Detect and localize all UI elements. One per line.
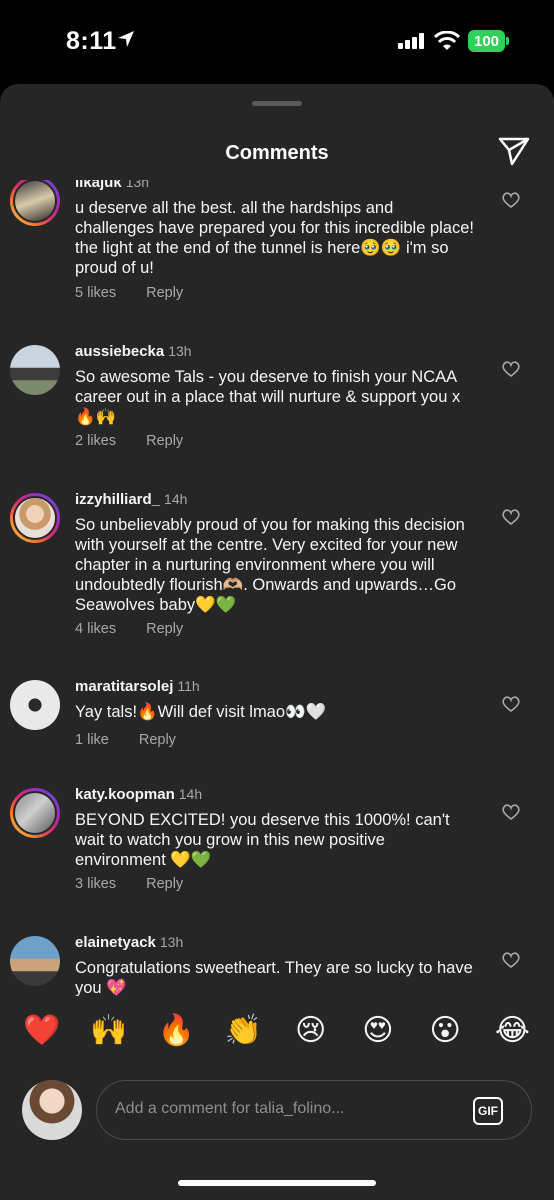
reaction-fire[interactable]: 🔥: [154, 1013, 198, 1048]
reaction-clap[interactable]: 👏: [221, 1013, 265, 1048]
sheet-title: Comments: [225, 142, 329, 164]
comment-text: Yay tals!🔥Will def visit lmao👀🤍: [75, 703, 327, 721]
reaction-heart-eyes[interactable]: 😍: [356, 1013, 400, 1048]
share-paper-plane-icon[interactable]: [498, 136, 530, 166]
comment-username[interactable]: izzyhilliard_: [75, 491, 160, 508]
reaction-crying[interactable]: 😢: [289, 1013, 333, 1048]
avatar[interactable]: [10, 180, 60, 226]
reaction-surprised[interactable]: 😮: [423, 1013, 467, 1048]
comment-item: katy.koopman 14h BEYOND EXCITED! you dese…: [0, 778, 554, 898]
comment-time: 11h: [177, 678, 200, 694]
comment-username[interactable]: ilkajuk: [75, 180, 122, 191]
comment-item: aussiebecka 13h So awesome Tals - you des…: [0, 335, 554, 455]
avatar[interactable]: [10, 493, 60, 543]
cellular-signal-icon: [398, 33, 424, 49]
status-bar: 8:11 100: [0, 0, 554, 84]
avatar[interactable]: [10, 936, 60, 986]
comment-username[interactable]: aussiebecka: [75, 343, 164, 360]
comment-text: Congratulations sweetheart. They are so …: [75, 959, 473, 996]
comment-composer: Add a comment for talia_folino... GIF: [0, 1070, 554, 1150]
comment-text: So awesome Tals - you deserve to finish …: [75, 368, 461, 426]
reaction-raised-hands[interactable]: 🙌: [87, 1013, 131, 1048]
comment-username[interactable]: katy.koopman: [75, 786, 175, 803]
comment-username[interactable]: elainetyack: [75, 934, 156, 951]
reply-button[interactable]: Reply: [146, 433, 183, 449]
location-arrow-icon: [118, 31, 134, 47]
reply-button[interactable]: Reply: [146, 285, 183, 301]
reply-button[interactable]: Reply: [146, 621, 183, 637]
comment-time: 13h: [168, 343, 192, 359]
comment-input[interactable]: Add a comment for talia_folino... GIF: [96, 1080, 532, 1140]
like-heart-icon[interactable]: [502, 696, 520, 713]
like-heart-icon[interactable]: [502, 509, 520, 526]
quick-reaction-bar: ❤️ 🙌 🔥 👏 😢 😍 😮 😂: [0, 996, 554, 1064]
comment-text: So unbelievably proud of you for making …: [75, 516, 465, 614]
comment-text: BEYOND EXCITED! you deserve this 1000%! …: [75, 811, 450, 869]
comment-time: 13h: [159, 934, 184, 950]
reaction-heart[interactable]: ❤️: [20, 1013, 64, 1048]
gif-button[interactable]: GIF: [473, 1097, 503, 1125]
home-indicator: [178, 1180, 376, 1186]
comment-text: u deserve all the best. all the hardship…: [75, 199, 474, 277]
comment-time: 14h: [164, 491, 188, 507]
comment-likes[interactable]: 3 likes: [75, 876, 116, 892]
like-heart-icon[interactable]: [502, 192, 520, 209]
comments-sheet: Comments ilkajuk 13h u deserve all the be…: [0, 84, 554, 1200]
my-avatar: [22, 1080, 82, 1140]
comment-likes[interactable]: 1 like: [75, 732, 109, 748]
comment-item: maratitarsolej 11h Yay tals!🔥Will def vis…: [0, 670, 554, 750]
like-heart-icon[interactable]: [502, 361, 520, 378]
comment-likes[interactable]: 2 likes: [75, 433, 116, 449]
reaction-laughing[interactable]: 😂: [490, 1013, 534, 1048]
sheet-grabber[interactable]: [252, 101, 302, 106]
comment-time: 14h: [178, 786, 203, 802]
comment-likes[interactable]: 4 likes: [75, 621, 116, 637]
comment-likes[interactable]: 5 likes: [75, 285, 116, 301]
reply-button[interactable]: Reply: [139, 732, 176, 748]
avatar[interactable]: [10, 788, 60, 838]
battery-level: 100: [468, 30, 505, 52]
avatar[interactable]: [10, 345, 60, 395]
reply-button[interactable]: Reply: [146, 876, 183, 892]
wifi-icon: [434, 31, 460, 50]
comment-time: 13h: [125, 180, 150, 190]
status-time: 8:11: [66, 27, 117, 55]
like-heart-icon[interactable]: [502, 804, 520, 821]
like-heart-icon[interactable]: [502, 952, 520, 969]
comment-list[interactable]: ilkajuk 13h u deserve all the best. all t…: [0, 180, 554, 996]
battery-indicator: 100: [468, 30, 509, 52]
comment-item: elainetyack 13h Congratulations sweethear…: [0, 926, 554, 996]
comment-item: izzyhilliard_ 14h So unbelievably proud o…: [0, 483, 554, 643]
comment-item: ilkajuk 13h u deserve all the best. all t…: [0, 180, 554, 306]
comment-username[interactable]: maratitarsolej: [75, 678, 173, 695]
avatar[interactable]: [10, 680, 60, 730]
comment-input-placeholder: Add a comment for talia_folino...: [115, 1100, 345, 1117]
